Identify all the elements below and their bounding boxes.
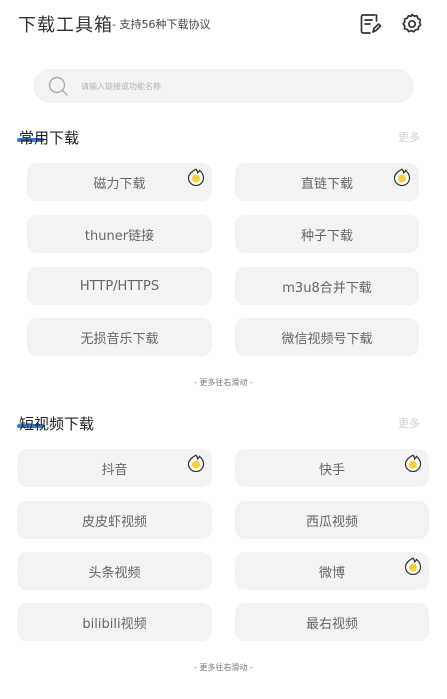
- hot-badge-icon: [187, 168, 205, 186]
- tile-thuner-link[interactable]: thuner链接: [27, 215, 212, 253]
- tile-lossless-music-download[interactable]: 无损音乐下载: [27, 318, 212, 356]
- more-link-common[interactable]: 更多: [398, 129, 420, 145]
- tile-direct-link-download[interactable]: 直链下载: [235, 163, 419, 201]
- search-bar[interactable]: [33, 69, 414, 103]
- tile-bilibili-video[interactable]: bilibili视频: [17, 603, 212, 641]
- hot-badge-icon: [393, 168, 411, 186]
- tile-label: 头条视频: [88, 565, 141, 581]
- section-title-short-video: 短视频下载: [19, 415, 95, 433]
- tile-label: 皮皮虾视频: [81, 514, 147, 530]
- tile-label: 最右视频: [305, 616, 358, 632]
- tile-label: 西瓜视频: [305, 514, 358, 530]
- scroll-hint: - 更多往右滑动 -: [194, 663, 253, 672]
- section-title-common: 常用下载: [19, 129, 80, 147]
- tile-label: 无损音乐下载: [80, 331, 159, 347]
- tile-label: 直链下载: [300, 176, 353, 192]
- tile-torrent-download[interactable]: 种子下载: [235, 215, 419, 253]
- tile-label: thuner链接: [84, 228, 155, 244]
- tile-http-https[interactable]: HTTP/HTTPS: [27, 267, 212, 305]
- tile-label: HTTP/HTTPS: [79, 278, 160, 294]
- notes-edit-icon[interactable]: [358, 12, 382, 36]
- tile-kuaishou[interactable]: 快手: [235, 449, 429, 487]
- app-subtitle: - 支持56种下载协议: [112, 18, 211, 31]
- search-icon: [47, 75, 69, 97]
- tile-label: bilibili视频: [82, 616, 147, 632]
- app-header: 下载工具箱 - 支持56种下载协议: [0, 0, 447, 50]
- tile-m3u8-merge-download[interactable]: m3u8合并下载: [235, 267, 419, 305]
- tile-label: 微博: [318, 565, 345, 581]
- scroll-hint: - 更多往右滑动 -: [194, 378, 253, 387]
- tile-label: m3u8合并下载: [282, 280, 372, 296]
- tile-label: 种子下载: [300, 228, 353, 244]
- tile-zuiyou-video[interactable]: 最右视频: [235, 603, 429, 641]
- tile-label: 磁力下载: [93, 176, 146, 192]
- tile-label: 快手: [318, 462, 345, 478]
- hot-badge-icon: [404, 557, 422, 575]
- app-title: 下载工具箱: [18, 15, 113, 36]
- tile-pipixia-video[interactable]: 皮皮虾视频: [17, 501, 212, 539]
- tile-toutiao-video[interactable]: 头条视频: [17, 552, 212, 590]
- tile-magnet-download[interactable]: 磁力下载: [27, 163, 212, 201]
- hot-badge-icon: [404, 454, 422, 472]
- tile-weibo[interactable]: 微博: [235, 552, 429, 590]
- search-input[interactable]: [81, 77, 381, 95]
- tile-wechat-channels-download[interactable]: 微信视频号下载: [235, 318, 419, 356]
- hot-badge-icon: [187, 454, 205, 472]
- tile-label: 抖音: [101, 462, 128, 478]
- tile-douyin[interactable]: 抖音: [17, 449, 212, 487]
- more-link-short-video[interactable]: 更多: [398, 415, 420, 431]
- settings-icon[interactable]: [400, 12, 424, 36]
- tile-xigua-video[interactable]: 西瓜视频: [235, 501, 429, 539]
- tile-label: 微信视频号下载: [281, 331, 373, 347]
